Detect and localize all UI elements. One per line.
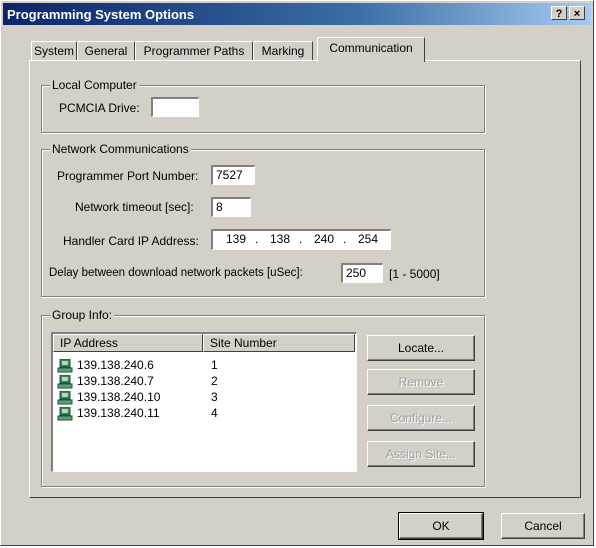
ip-octet-4: 254 (357, 232, 379, 246)
cancel-button[interactable]: Cancel (501, 513, 585, 539)
delay-field[interactable]: 250 (341, 263, 383, 283)
handler-ip-label: Handler Card IP Address: (63, 234, 199, 248)
list-item[interactable]: 139.138.240.10 3 (57, 390, 347, 406)
column-header-site[interactable]: Site Number (203, 334, 355, 352)
list-item[interactable]: 139.138.240.11 4 (57, 406, 347, 422)
window-title: Programming System Options (7, 7, 195, 22)
row-ip: 139.138.240.10 (77, 390, 161, 404)
help-button[interactable]: ? (551, 6, 567, 20)
ip-octet-1: 139 (225, 232, 247, 246)
ip-separator: . (343, 232, 347, 246)
tab-system[interactable]: System (31, 41, 77, 61)
options-dialog: Programming System Options ? × System Ge… (0, 0, 594, 546)
locate-button[interactable]: Locate... (367, 335, 475, 361)
network-timeout-label: Network timeout [sec]: (75, 200, 194, 214)
list-item[interactable]: 139.138.240.6 1 (57, 358, 347, 374)
computer-icon (57, 375, 73, 389)
ip-octet-3: 240 (313, 232, 335, 246)
pcmcia-drive-label: PCMCIA Drive: (59, 101, 140, 115)
row-site: 3 (211, 390, 218, 404)
network-communications-legend: Network Communications (50, 142, 191, 156)
network-timeout-field[interactable]: 8 (211, 197, 251, 217)
assign-site-button[interactable]: Assign Site... (367, 441, 475, 467)
delay-label: Delay between download network packets [… (49, 267, 303, 279)
remove-button[interactable]: Remove (367, 369, 475, 395)
delay-range-label: [1 - 5000] (389, 267, 440, 281)
local-computer-legend: Local Computer (50, 78, 139, 92)
row-ip: 139.138.240.11 (77, 406, 160, 420)
tab-programmer-paths[interactable]: Programmer Paths (135, 41, 253, 61)
computer-icon (57, 407, 73, 421)
tab-general[interactable]: General (77, 41, 135, 61)
ip-octet-2: 138 (269, 232, 291, 246)
pcmcia-drive-field[interactable] (151, 97, 199, 117)
configure-button[interactable]: Configure... (367, 405, 475, 431)
computer-icon (57, 359, 73, 373)
group-list-view[interactable]: IP Address Site Number 139.138.240.6 1 1… (51, 332, 357, 472)
port-number-label: Programmer Port Number: (57, 169, 199, 183)
row-site: 4 (211, 406, 218, 420)
port-number-field[interactable]: 7527 (211, 165, 255, 185)
row-ip: 139.138.240.6 (77, 358, 154, 372)
row-ip: 139.138.240.7 (77, 374, 154, 388)
row-site: 2 (211, 374, 218, 388)
list-item[interactable]: 139.138.240.7 2 (57, 374, 347, 390)
column-header-ip[interactable]: IP Address (53, 334, 203, 352)
group-info-legend: Group Info: (50, 308, 115, 322)
close-button[interactable]: × (569, 6, 585, 20)
tab-marking[interactable]: Marking (253, 41, 313, 61)
ip-separator: . (299, 232, 303, 246)
ip-separator: . (255, 232, 259, 246)
tab-communication[interactable]: Communication (317, 37, 425, 62)
handler-ip-field[interactable]: 139 . 138 . 240 . 254 (211, 229, 391, 250)
row-site: 1 (211, 358, 218, 372)
title-bar[interactable]: Programming System Options ? × (3, 3, 591, 25)
computer-icon (57, 391, 73, 405)
ok-button[interactable]: OK (398, 512, 484, 540)
